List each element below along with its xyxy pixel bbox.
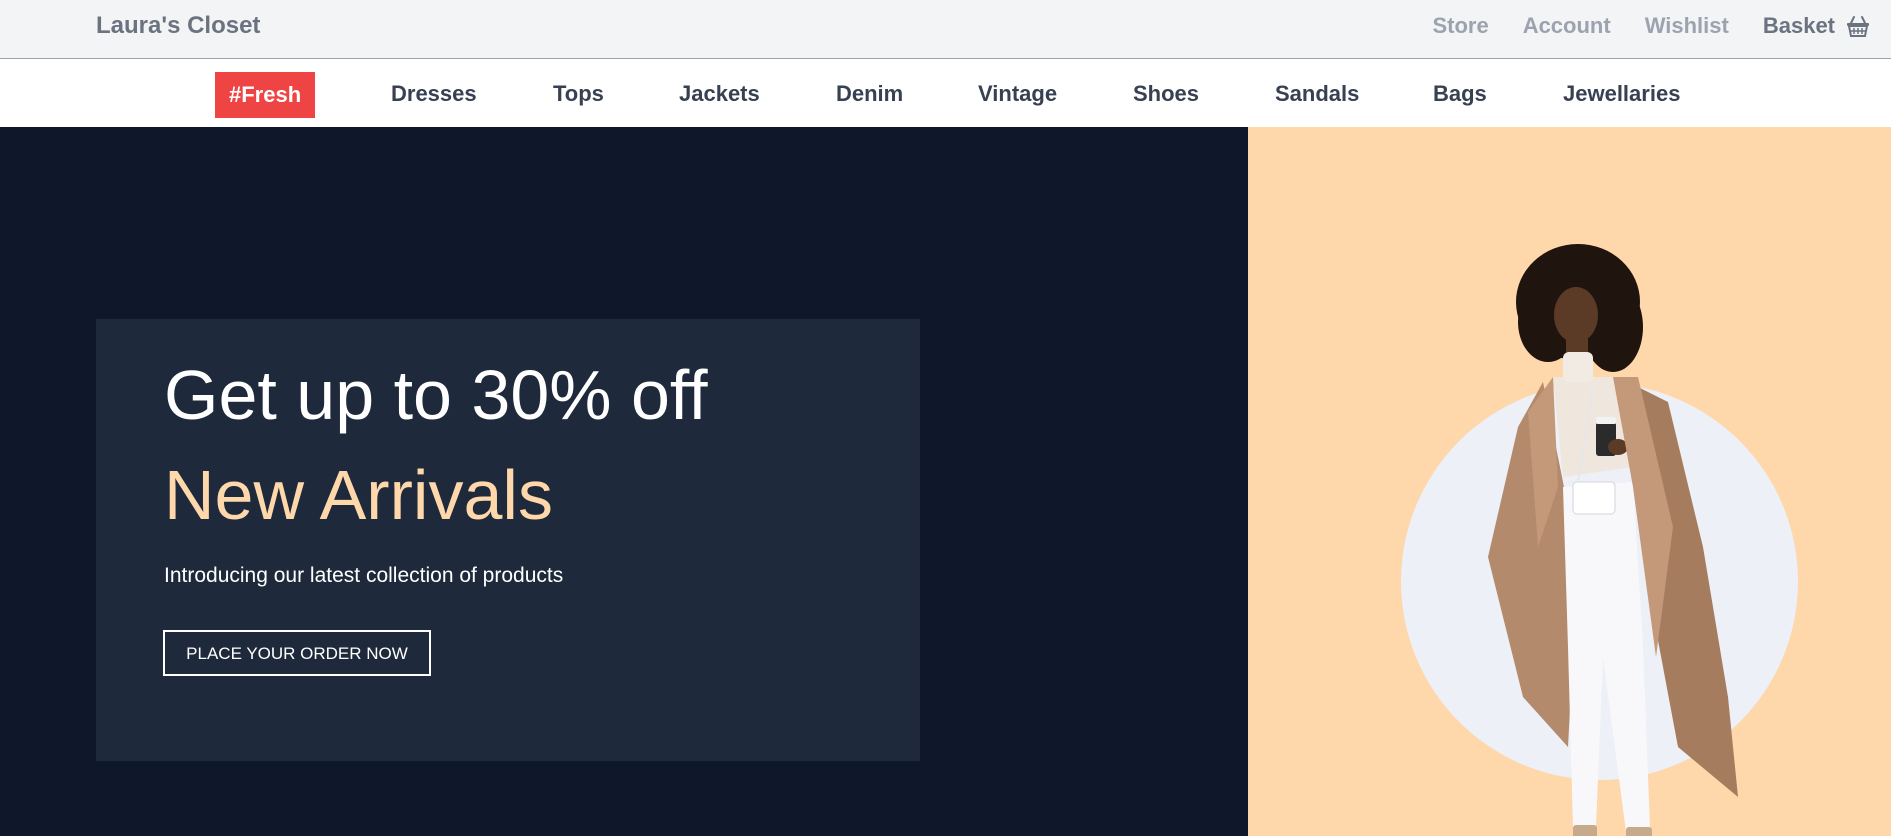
basket-label: Basket [1762, 13, 1835, 38]
category-bags[interactable]: Bags [1433, 73, 1487, 115]
category-denim[interactable]: Denim [836, 73, 903, 115]
category-nav: #Fresh Dresses Tops Jackets Denim Vintag… [0, 59, 1891, 127]
basket-link[interactable]: Basket [1763, 13, 1871, 39]
account-link[interactable]: Account [1523, 13, 1611, 39]
category-fresh[interactable]: #Fresh [215, 72, 316, 118]
promo-subtitle: New Arrivals [164, 456, 553, 534]
category-sandals[interactable]: Sandals [1275, 73, 1359, 115]
promo-panel: Get up to 30% off New Arrivals Introduci… [96, 319, 920, 761]
category-vintage[interactable]: Vintage [978, 73, 1057, 115]
store-link[interactable]: Store [1432, 13, 1488, 39]
hero-image-panel [1248, 127, 1891, 836]
model-image [1488, 244, 1738, 836]
brand-logo[interactable]: Laura's Closet [96, 12, 260, 40]
promo-title: Get up to 30% off [164, 356, 708, 434]
place-order-button[interactable]: PLACE YOUR ORDER NOW [163, 630, 431, 676]
header-links: Store Account Wishlist Basket [1398, 13, 1871, 39]
wishlist-link[interactable]: Wishlist [1645, 13, 1729, 39]
top-header: Laura's Closet Store Account Wishlist Ba… [0, 0, 1891, 59]
category-jackets[interactable]: Jackets [679, 73, 760, 115]
category-jewellaries[interactable]: Jewellaries [1563, 73, 1680, 115]
promo-description: Introducing our latest collection of pro… [164, 564, 564, 587]
category-shoes[interactable]: Shoes [1133, 73, 1199, 115]
category-dresses[interactable]: Dresses [391, 73, 477, 115]
category-tops[interactable]: Tops [553, 73, 604, 115]
basket-icon [1847, 16, 1869, 37]
